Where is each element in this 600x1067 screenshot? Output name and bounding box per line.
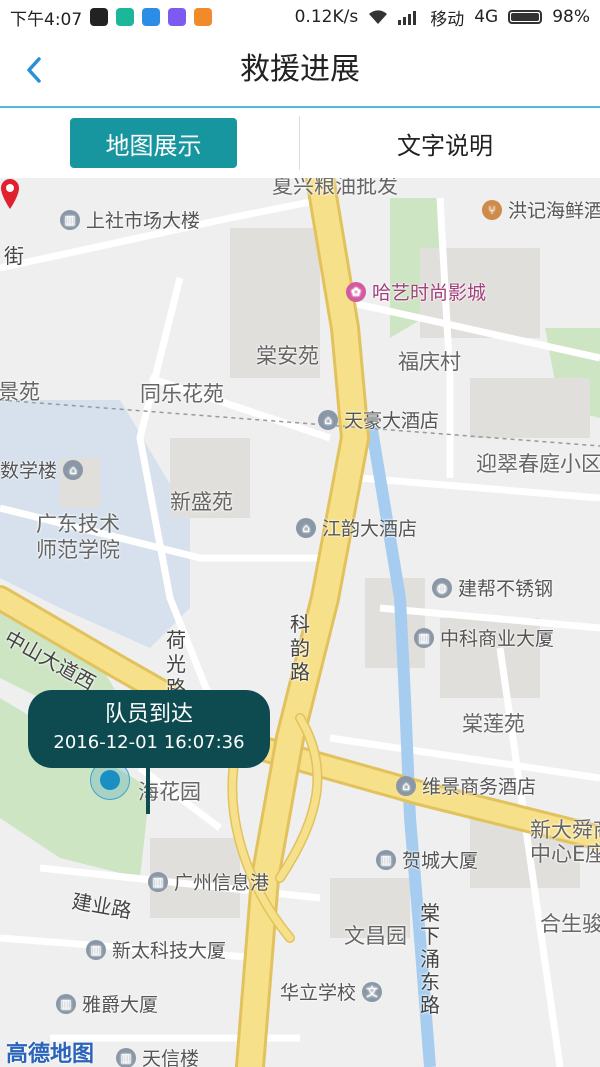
school-icon: ⌂ [63,459,84,480]
chevron-left-icon [27,57,41,83]
area-label: 新盛苑 [170,490,233,514]
tab-text-description[interactable]: 文字说明 [330,118,560,168]
map-poi: ▥ 新太科技大厦 [86,936,226,963]
video-app-icon [116,8,135,26]
carrier: 移动 [430,9,465,30]
road-label: 棠下涌东路 [420,901,440,1017]
shop-icon: ◍ [432,577,452,598]
network-speed: 0.12K/s [294,7,359,27]
tab-divider [299,116,300,170]
page-title: 救援进展 [240,52,360,87]
restaurant-icon: ⑂ [482,199,502,220]
area-label: 中心E座 [530,842,600,866]
area-label: 师范学院 [36,538,120,562]
title-bar: 救援进展 [0,34,600,108]
callout-title: 队员到达 [104,702,193,727]
cinema-icon: ✿ [346,281,366,302]
area-label: 同乐花苑 [140,382,224,406]
map-poi: ▥ 天信楼 [116,1044,199,1067]
signal-icon [398,11,417,25]
area-label: 合生骏 [540,912,600,936]
map-logo: 高德地图 [6,1042,95,1067]
building-icon: ▥ [86,939,106,960]
hotel-icon: ⌂ [296,517,316,538]
battery-icon [508,10,543,24]
map-poi: ▥ 上社市场大楼 [60,206,200,233]
status-time: 下午4:07 [10,9,83,30]
map-poi: ◍ 建帮不锈钢 [432,574,553,601]
building-icon: ▥ [414,627,434,648]
area-label: 景苑 [0,380,40,404]
map-poi: ⌂ 天豪大酒店 [318,406,439,433]
callout-pointer [146,766,150,814]
building-icon: ▥ [148,871,168,892]
battery-percent: 98% [552,7,590,27]
map-poi: ⌂ 江韵大酒店 [296,514,417,541]
qq-icon [90,8,109,26]
map-poi: ▥ 中科商业大厦 [414,624,554,651]
area-label: 迎翠春庭小区 [476,452,600,476]
area-label: 文昌园 [344,924,407,948]
school-icon: 文 [362,981,383,1002]
view-tabs: 地图展示 文字说明 [0,108,600,178]
hotel-icon: ⌂ [396,775,416,796]
callout-time: 2016-12-01 16:07:36 [53,732,245,753]
area-label: 夏兴粮油批发 [272,178,398,198]
hotel-icon: ⌂ [318,409,338,430]
map-poi: 数学楼 ⌂ [0,456,84,483]
map-poi: ✿ 哈艺时尚影城 [346,278,486,305]
road-label: 街 [4,244,24,268]
destination-pin-icon[interactable] [0,178,20,210]
map-poi: ▥ 雅爵大厦 [56,990,158,1017]
map-poi: ▥ 广州信息港 [148,868,269,895]
map-poi: ▥ 贺城大厦 [376,846,478,873]
building-icon: ▥ [56,993,76,1014]
area-label: 棠安苑 [256,344,319,368]
building-icon: ▥ [376,849,396,870]
browser-app-icon [142,8,161,26]
shop-app-icon [194,8,213,26]
wifi-icon [369,10,388,24]
map-poi: ⌂ 维景商务酒店 [396,772,536,799]
network-type: 4G [474,7,499,27]
map-view[interactable]: 夏兴粮油批发 ▥ 上社市场大楼 棠安苑 同乐花苑 景苑 新盛苑 数学楼 ⌂ 广东技术… [0,178,600,1067]
road-label: 科韵路 [290,612,310,684]
building-icon: ▥ [60,209,80,230]
map-poi: 华立学校文 [280,978,383,1005]
area-label: 福庆村 [398,350,461,374]
map-poi: ⑂ 洪记海鲜酒 [482,196,600,223]
tab-map-view[interactable]: 地图展示 [70,118,237,168]
back-button[interactable] [16,52,52,88]
area-label: 棠莲苑 [462,712,525,736]
status-bar: 下午4:07 0.12K/s 移动 4G 98% [0,0,600,34]
building-icon: ▥ [116,1047,136,1067]
gallery-app-icon [168,8,187,26]
arrival-callout[interactable]: 队员到达 2016-12-01 16:07:36 [28,690,270,768]
